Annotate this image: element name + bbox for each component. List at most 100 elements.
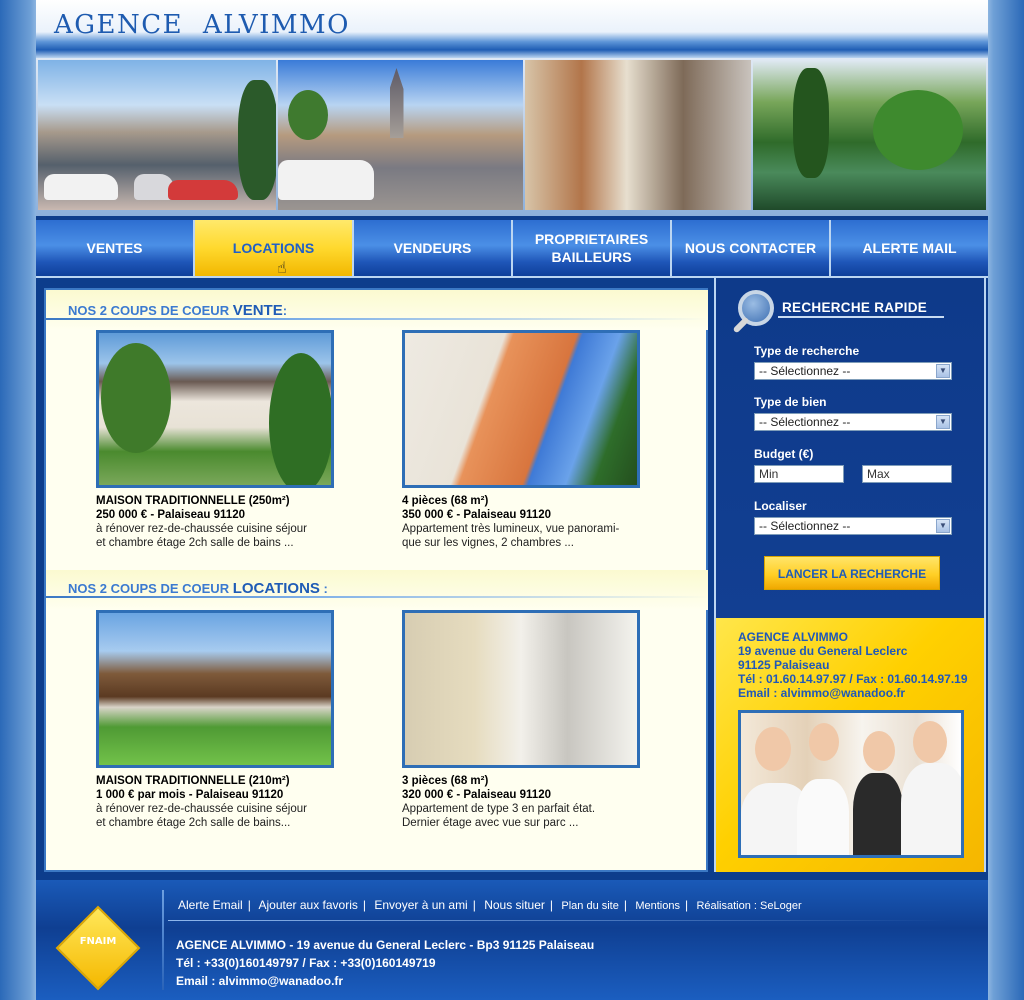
budget-label: Budget (€) <box>754 447 814 461</box>
footer-link-plan-du-site[interactable]: Plan du site <box>561 900 618 912</box>
footer: FNAIM Alerte Email | Ajouter aux favoris |… <box>36 880 988 1000</box>
person-shape <box>913 721 947 763</box>
tree-shape <box>269 353 331 485</box>
listing-photo[interactable] <box>96 330 334 488</box>
agency-name: AGENCE ALVIMMO <box>738 630 848 644</box>
car-shape <box>44 174 118 200</box>
agency-email[interactable]: Email : alvimmo@wanadoo.fr <box>738 686 968 700</box>
section-title-locations: NOS 2 COUPS DE COEUR LOCATIONS : <box>68 580 328 597</box>
property-type-value: -- Sélectionnez -- <box>759 415 851 429</box>
magnifier-handle <box>732 316 750 334</box>
tree-shape <box>287 90 328 140</box>
footer-phone: Tél : +33(0)160149797 / Fax : +33(0)1601… <box>176 956 436 970</box>
banner-photo-street <box>524 60 751 210</box>
footer-link-alerte-email[interactable]: Alerte Email <box>178 898 243 912</box>
nav-nous-contacter[interactable]: NOUS CONTACTER <box>672 220 831 278</box>
listing-card[interactable]: 4 pièces (68 m²) 350 000 € - Palaiseau 9… <box>402 330 642 550</box>
budget-max-input[interactable]: Max <box>862 465 952 483</box>
listing-price: 350 000 € - Palaiseau 91120 <box>402 509 551 521</box>
chevron-down-icon[interactable]: ▼ <box>936 364 950 378</box>
nav-locations[interactable]: LOCATIONS ☝ <box>195 220 354 278</box>
banner-photo-town <box>38 60 276 210</box>
listing-card[interactable]: MAISON TRADITIONNELLE (210m²) 1 000 € pa… <box>96 610 336 830</box>
footer-email[interactable]: Email : alvimmo@wanadoo.fr <box>176 972 594 990</box>
tree-shape <box>238 80 276 200</box>
church-spire <box>389 68 404 138</box>
section-title-prefix: NOS 2 COUPS DE COEUR <box>68 303 233 318</box>
listing-title[interactable]: MAISON TRADITIONNELLE (210m²) <box>96 774 336 788</box>
section-title-suffix: : <box>319 581 328 596</box>
search-type-select[interactable]: -- Sélectionnez -- ▼ <box>754 362 952 380</box>
chevron-down-icon[interactable]: ▼ <box>936 415 950 429</box>
budget-min-input[interactable]: Min <box>754 465 844 483</box>
nav-proprietaires-bailleurs[interactable]: PROPRIETAIRES BAILLEURS <box>513 220 672 278</box>
listing-card[interactable]: MAISON TRADITIONNELLE (250m²) 250 000 € … <box>96 330 336 550</box>
tree-shape <box>872 90 963 170</box>
footer-links: Alerte Email | Ajouter aux favoris | Envoy… <box>178 898 802 912</box>
listing-price: 320 000 € - Palaiseau 91120 <box>402 789 551 801</box>
listing-desc: Appartement très lumineux, vue panorami-… <box>402 523 620 549</box>
section-title-suffix: : <box>282 303 288 318</box>
person-shape <box>853 773 903 855</box>
section-title-prefix: NOS 2 COUPS DE COEUR <box>68 581 233 596</box>
tree-shape <box>101 343 171 453</box>
listing-title[interactable]: 4 pièces (68 m²) <box>402 494 642 508</box>
person-shape <box>797 779 849 855</box>
listing-card[interactable]: 3 pièces (68 m²) 320 000 € - Palaiseau 9… <box>402 610 642 830</box>
listing-photo[interactable] <box>402 610 640 768</box>
banner-photo-river <box>752 60 986 210</box>
person-shape <box>809 723 839 761</box>
featured-listings: NOS 2 COUPS DE COEUR VENTE: MAISON TRADI… <box>44 288 708 872</box>
footer-link-envoyer-ami[interactable]: Envoyer à un ami <box>374 898 467 912</box>
nav-ventes[interactable]: VENTES <box>36 220 195 278</box>
listing-photo[interactable] <box>96 610 334 768</box>
footer-link-mentions[interactable]: Mentions <box>635 900 680 912</box>
hand-cursor-icon: ☝ <box>277 260 287 277</box>
listing-desc: à rénover rez-de-chaussée cuisine séjour… <box>96 803 307 829</box>
page: AGENCE ALVIMMO VENTES LOCATIONS ☝ VENDEU… <box>36 0 988 1000</box>
footer-address-line: AGENCE ALVIMMO - 19 avenue du General Le… <box>176 938 595 952</box>
footer-link-nous-situer[interactable]: Nous situer <box>484 898 545 912</box>
location-label: Localiser <box>754 499 807 513</box>
header-banner <box>36 58 988 216</box>
footer-link-favoris[interactable]: Ajouter aux favoris <box>258 898 357 912</box>
search-type-label: Type de recherche <box>754 344 860 358</box>
footer-line <box>168 920 948 921</box>
search-title: RECHERCHE RAPIDE <box>782 300 928 315</box>
listing-price: 250 000 € - Palaiseau 91120 <box>96 509 245 521</box>
nav-locations-label: LOCATIONS <box>232 240 315 256</box>
listing-title[interactable]: 3 pièces (68 m²) <box>402 774 642 788</box>
section-title-vente: NOS 2 COUPS DE COEUR VENTE: <box>68 302 287 319</box>
location-value: -- Sélectionnez -- <box>759 519 851 533</box>
search-title-underline <box>778 316 944 318</box>
launch-search-button[interactable]: LANCER LA RECHERCHE <box>764 556 940 590</box>
team-photo <box>738 710 964 858</box>
car-shape <box>277 160 374 200</box>
tree-shape <box>792 68 829 178</box>
chevron-down-icon[interactable]: ▼ <box>936 519 950 533</box>
person-shape <box>863 731 895 771</box>
footer-address: AGENCE ALVIMMO - 19 avenue du General Le… <box>176 936 594 990</box>
nav-vendeurs[interactable]: VENDEURS <box>354 220 513 278</box>
listing-title[interactable]: MAISON TRADITIONNELLE (250m²) <box>96 494 336 508</box>
person-shape <box>755 727 791 771</box>
section-title-strong: VENTE <box>232 302 283 319</box>
property-type-label: Type de bien <box>754 395 827 409</box>
agency-city: 91125 Palaiseau <box>738 658 830 672</box>
section-title-strong: LOCATIONS <box>232 580 320 597</box>
listing-photo[interactable] <box>402 330 640 488</box>
property-type-select[interactable]: -- Sélectionnez -- ▼ <box>754 413 952 431</box>
footer-divider <box>162 890 164 990</box>
banner-photo-church <box>277 60 523 210</box>
site-logo[interactable]: AGENCE ALVIMMO <box>54 10 350 40</box>
section-divider <box>46 318 708 320</box>
location-select[interactable]: -- Sélectionnez -- ▼ <box>754 517 952 535</box>
listing-desc: à rénover rez-de-chaussée cuisine séjour… <box>96 523 307 549</box>
listing-price: 1 000 € par mois - Palaiseau 91120 <box>96 789 284 801</box>
agency-street: 19 avenue du General Leclerc <box>738 644 908 658</box>
quick-search-panel: RECHERCHE RAPIDE Type de recherche -- Sé… <box>714 278 986 618</box>
nav-alerte-mail[interactable]: ALERTE MAIL <box>831 220 988 278</box>
footer-link-realisation[interactable]: Réalisation : SeLoger <box>696 900 801 912</box>
search-type-value: -- Sélectionnez -- <box>759 364 851 378</box>
fnaim-logo-text: FNAIM <box>79 936 117 947</box>
